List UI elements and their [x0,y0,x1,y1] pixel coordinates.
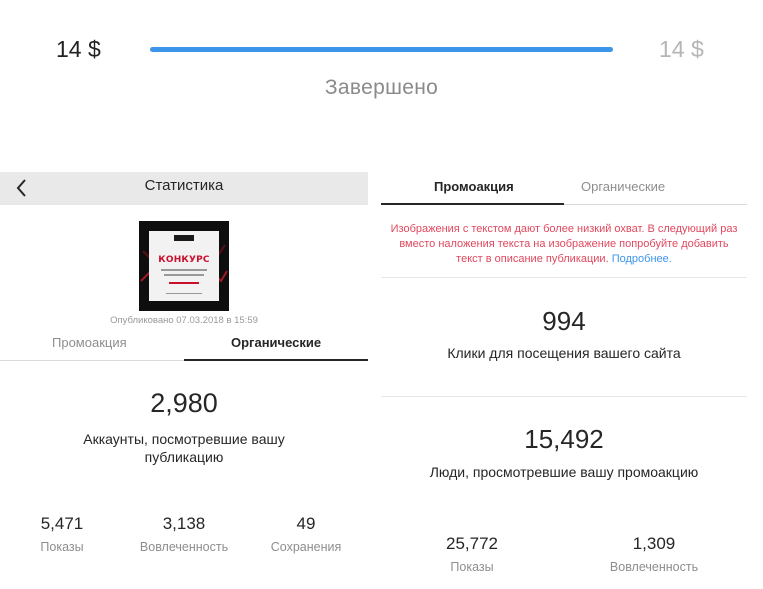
post-text-line [161,269,207,271]
left-stats-panel: Статистика КОНКУРС Опубликовано 07.03.20… [0,172,368,589]
stat-value: 25,772 [446,534,498,553]
stat-engagement: 1,309 Вовлеченность [604,534,704,574]
budget-track [150,47,613,52]
post-logo [174,235,194,241]
tab-promotion[interactable]: Промоакция [434,179,514,194]
stat-label: Показы [40,540,84,554]
stat-label: Сохранения [270,540,342,554]
stat-impressions: 25,772 Показы [422,534,522,574]
stat-value: 5,471 [40,514,84,533]
learn-more-link[interactable]: Подробнее. [612,253,672,265]
post-headline: КОНКУРС [158,255,210,265]
stat-value: 1,309 [632,534,676,553]
budget-spent: 14 $ [56,36,101,62]
site-clicks-label: Клики для посещения вашего сайта [447,345,681,361]
people-reached-value: 15,492 [524,424,604,454]
stat-saves: 49 Сохранения [264,514,348,554]
page-title: Статистика [144,177,224,194]
post-card: КОНКУРС [149,231,219,301]
post-text-line [164,274,204,276]
stat-label: Вовлеченность [609,560,699,574]
left-header: Статистика [0,172,368,205]
stat-engagement: 3,138 Вовлеченность [133,514,235,554]
post-text-line [166,293,202,294]
post-text-line [169,282,199,284]
warning-text: Изображения с текстом дают более низкий … [390,223,738,265]
stat-impressions: 5,471 Показы [32,514,92,554]
accounts-reached-value: 2,980 [150,388,218,418]
site-clicks-value: 994 [542,306,586,336]
section-divider [381,277,747,278]
section-divider [381,396,747,397]
text-overlay-warning: Изображения с текстом дают более низкий … [389,222,739,267]
tab-organic[interactable]: Органические [581,179,665,194]
active-tab-indicator [381,203,564,205]
stat-value: 3,138 [162,514,206,533]
tab-organic[interactable]: Органические [231,335,321,350]
accounts-reached-label: Аккаунты, посмотревшие вашу публикацию [83,431,285,465]
people-reached-label: Люди, просмотревшие вашу промоакцию [429,464,699,480]
post-thumbnail[interactable]: КОНКУРС [139,221,229,311]
active-tab-indicator [184,359,368,361]
stat-label: Вовлеченность [139,540,229,554]
campaign-status: Завершено [324,76,439,99]
published-date: Опубликовано 07.03.2018 в 15:59 [110,315,258,326]
stat-value: 49 [296,514,316,533]
stat-label: Показы [450,560,494,574]
budget-progress-fill [150,47,613,52]
budget-total: 14 $ [659,36,704,62]
right-stats-panel: Промоакция Органические Изображения с те… [381,172,747,589]
tab-promotion[interactable]: Промоакция [52,335,127,350]
